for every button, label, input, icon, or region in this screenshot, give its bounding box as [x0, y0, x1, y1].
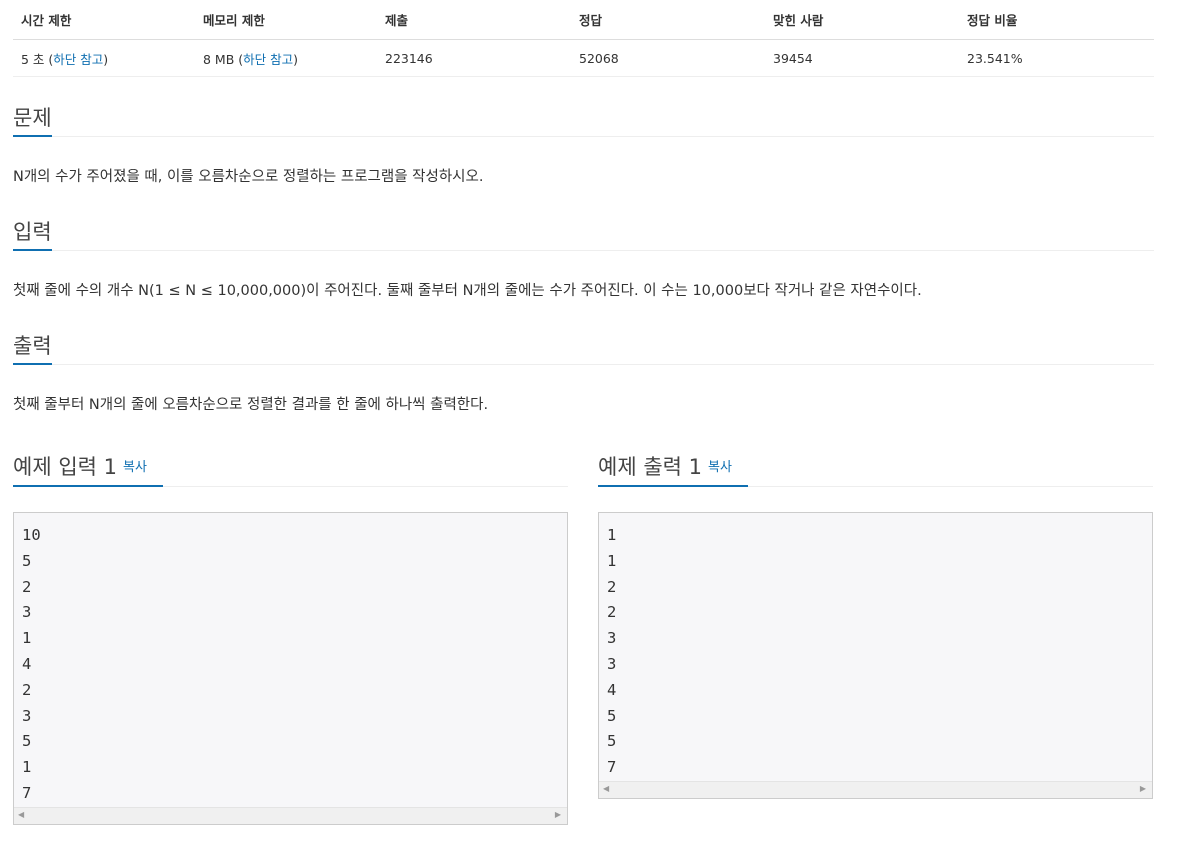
sample-input-copy-button[interactable]: 복사	[123, 460, 147, 475]
header-memory-limit: 메모리 제한	[195, 0, 377, 40]
sample-output-scrollbar[interactable]: ◀ ▶	[599, 780, 1152, 798]
time-limit-cell: 5 초 (하단 참고)	[13, 39, 195, 77]
input-description: 첫째 줄에 수의 개수 N(1 ≤ N ≤ 10,000,000)이 주어진다.…	[13, 283, 922, 299]
ratio-value: 23.541%	[959, 39, 1154, 77]
time-limit-note-link[interactable]: 하단 참고	[53, 52, 103, 67]
input-section: 입력 첫째 줄에 수의 개수 N(1 ≤ N ≤ 10,000,000)이 주어…	[13, 220, 1154, 301]
correct-value: 52068	[571, 39, 765, 77]
memory-limit-value: 8 MB	[203, 51, 235, 67]
submissions-value: 223146	[377, 39, 571, 77]
header-correct: 정답	[571, 0, 765, 40]
input-title: 입력	[13, 219, 52, 251]
scroll-right-icon[interactable]: ▶	[1140, 784, 1146, 793]
sample-input-title: 예제 입력 1	[13, 455, 117, 479]
sample-output-header: 예제 출력 1 복사	[598, 448, 1153, 487]
time-limit-value: 5 초	[21, 51, 45, 67]
scroll-left-icon[interactable]: ◀	[18, 810, 24, 819]
header-solved-users: 맞힌 사람	[765, 0, 959, 40]
header-ratio: 정답 비율	[959, 0, 1154, 40]
sample-output-title-wrap: 예제 출력 1 복사	[598, 454, 748, 487]
output-title: 출력	[13, 333, 52, 365]
header-time-limit: 시간 제한	[13, 0, 195, 40]
sample-input-box[interactable]: 10 5 2 3 1 4 2 3 5 1 7 ◀ ▶	[13, 512, 568, 825]
problem-header: 문제	[13, 106, 1154, 137]
sample-input-title-wrap: 예제 입력 1 복사	[13, 454, 163, 487]
scroll-right-icon[interactable]: ▶	[555, 810, 561, 819]
sample-output-copy-button[interactable]: 복사	[708, 460, 732, 475]
problem-title: 문제	[13, 105, 52, 137]
sample-input-header: 예제 입력 1 복사	[13, 448, 568, 487]
output-header: 출력	[13, 334, 1154, 365]
memory-limit-note-link[interactable]: 하단 참고	[243, 52, 293, 67]
sample-input-section: 예제 입력 1 복사 10 5 2 3 1 4 2 3 5 1 7 ◀ ▶	[13, 448, 568, 825]
sample-input-scrollbar[interactable]: ◀ ▶	[14, 806, 567, 824]
sample-output-section: 예제 출력 1 복사 1 1 2 2 3 3 4 5 5 7 ◀ ▶	[598, 448, 1153, 799]
sample-input-data: 10 5 2 3 1 4 2 3 5 1 7	[22, 526, 41, 802]
output-section: 출력 첫째 줄부터 N개의 줄에 오름차순으로 정렬한 결과를 한 줄에 하나씩…	[13, 334, 1154, 415]
scroll-left-icon[interactable]: ◀	[603, 784, 609, 793]
sample-output-title: 예제 출력 1	[598, 455, 702, 479]
info-value-row: 5 초 (하단 참고) 8 MB (하단 참고) 223146 52068 39…	[13, 39, 1154, 77]
problem-section: 문제 N개의 수가 주어졌을 때, 이를 오름차순으로 정렬하는 프로그램을 작…	[13, 106, 1154, 187]
memory-limit-cell: 8 MB (하단 참고)	[195, 39, 377, 77]
problem-page: 시간 제한 메모리 제한 제출 정답 맞힌 사람 정답 비율 5 초 (하단 참…	[13, 0, 1154, 825]
info-header-row: 시간 제한 메모리 제한 제출 정답 맞힌 사람 정답 비율	[13, 0, 1154, 40]
header-submissions: 제출	[377, 0, 571, 40]
output-description: 첫째 줄부터 N개의 줄에 오름차순으로 정렬한 결과를 한 줄에 하나씩 출력…	[13, 397, 489, 413]
problem-description: N개의 수가 주어졌을 때, 이를 오름차순으로 정렬하는 프로그램을 작성하시…	[13, 169, 484, 185]
problem-info-table: 시간 제한 메모리 제한 제출 정답 맞힌 사람 정답 비율 5 초 (하단 참…	[13, 0, 1154, 77]
solved-users-value: 39454	[765, 39, 959, 77]
input-header: 입력	[13, 220, 1154, 251]
sample-output-box[interactable]: 1 1 2 2 3 3 4 5 5 7 ◀ ▶	[598, 512, 1153, 799]
sample-output-data: 1 1 2 2 3 3 4 5 5 7	[607, 526, 617, 777]
